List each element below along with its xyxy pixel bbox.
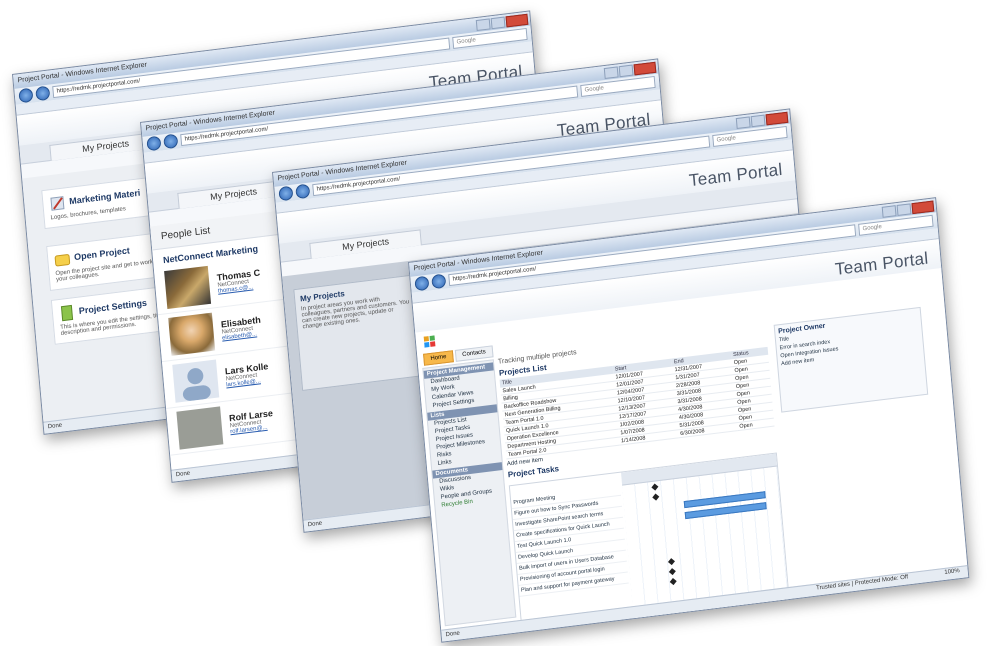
avatar (176, 406, 224, 450)
main-content: Tracking multiple projects Projects List… (498, 326, 791, 637)
card-title: Marketing Materi (68, 187, 141, 207)
close-button[interactable] (633, 61, 657, 76)
my-projects-box: My Projects In project areas you work wi… (293, 274, 424, 391)
milestone-icon (651, 483, 659, 491)
avatar (164, 265, 212, 310)
milestone-icon (669, 578, 677, 586)
maximize-button[interactable] (750, 114, 766, 128)
close-button[interactable] (911, 200, 935, 215)
project-owner-panel: Project Owner Title Error in search inde… (773, 306, 929, 413)
task-list: Program Meeting Figure out how to Sync Pa… (510, 484, 629, 597)
avatar (168, 312, 216, 356)
forward-arrow-icon[interactable] (431, 273, 447, 290)
back-arrow-icon[interactable] (146, 135, 162, 152)
card-title: Project Settings (78, 297, 148, 316)
close-button[interactable] (765, 111, 789, 126)
tab-home[interactable]: Home (423, 350, 454, 366)
minimize-button[interactable] (475, 18, 491, 32)
back-arrow-icon[interactable] (414, 275, 430, 292)
forward-arrow-icon[interactable] (35, 85, 51, 102)
minimize-button[interactable] (735, 116, 751, 130)
minimize-button[interactable] (603, 66, 619, 80)
close-button[interactable] (505, 13, 529, 28)
minimize-button[interactable] (881, 205, 897, 218)
site-logo-icon (423, 334, 436, 353)
maximize-button[interactable] (896, 203, 912, 216)
milestone-icon (667, 558, 675, 566)
back-arrow-icon[interactable] (18, 87, 34, 104)
avatar-placeholder-icon (172, 359, 220, 403)
card-title: Open Project (73, 245, 131, 263)
stage: Project Portal - Windows Internet Explor… (0, 0, 989, 646)
maximize-button[interactable] (490, 16, 506, 30)
maximize-button[interactable] (618, 64, 634, 78)
status-done: Done (445, 630, 461, 639)
milestone-icon (668, 568, 676, 576)
pencil-icon (49, 194, 66, 212)
forward-arrow-icon[interactable] (295, 183, 311, 200)
folder-icon (54, 250, 71, 268)
document-icon (58, 304, 75, 322)
milestone-icon (652, 493, 660, 501)
back-arrow-icon[interactable] (278, 185, 294, 202)
browser-window-4: Project Portal - Windows Internet Explor… (408, 197, 970, 643)
zoom-level[interactable]: 100% (944, 566, 960, 579)
forward-arrow-icon[interactable] (163, 133, 179, 150)
